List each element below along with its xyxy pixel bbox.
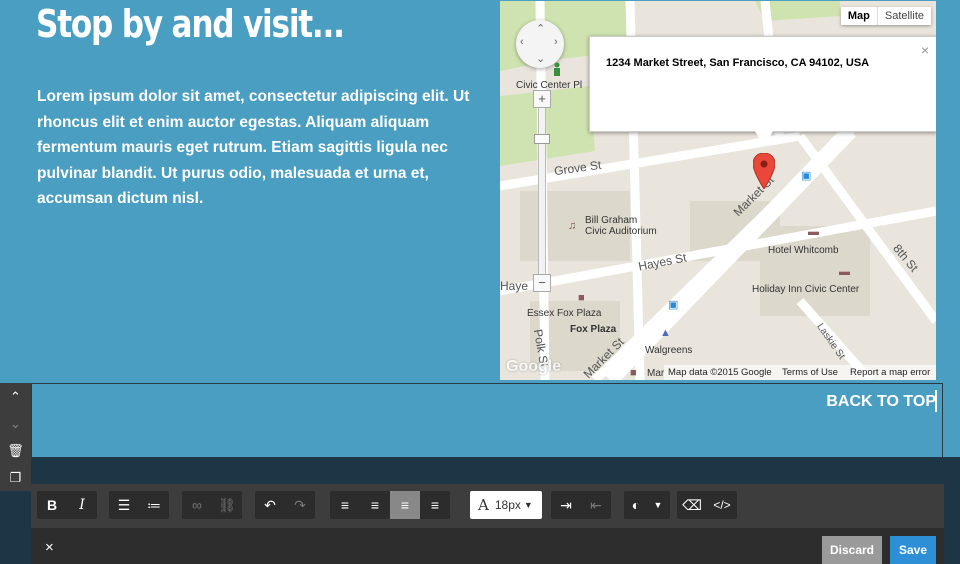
align-justify-icon[interactable]: ≡ (420, 491, 450, 519)
hotel-icon: ▬ (839, 266, 850, 278)
unlink-icon[interactable]: ⛓ (212, 491, 242, 519)
place-label-essex: Essex Fox Plaza (527, 308, 602, 319)
map-embed[interactable]: Map Satellite ⌃ ⌄ ‹ › + − Grove St Hayes… (500, 1, 936, 380)
info-window-address: 1234 Market Street, San Francisco, CA 94… (606, 57, 870, 69)
terms-link[interactable]: Terms of Use (782, 367, 838, 378)
map-type-map-button[interactable]: Map (841, 7, 878, 25)
zoom-slider-handle[interactable] (534, 134, 550, 144)
transit-icon: ▣ (801, 170, 812, 182)
code-view-icon[interactable]: </> (707, 491, 737, 519)
info-window-tail (755, 131, 773, 147)
chevron-down-icon: ▼ (523, 500, 533, 510)
map-info-window: 1234 Market Street, San Francisco, CA 94… (589, 36, 936, 147)
hotel-icon: ▬ (808, 226, 819, 238)
undo-icon[interactable]: ↶ (255, 491, 285, 519)
back-to-top-link[interactable]: BACK TO TOP (826, 393, 936, 411)
clear-format-icon[interactable]: ⌫ (677, 491, 707, 519)
font-size-select[interactable]: A 18px ▼ (470, 491, 542, 519)
color-picker-icon[interactable]: ◐ (624, 491, 648, 519)
map-footer: Map data ©2015 Google Terms of Use Repor… (500, 365, 936, 380)
place-label-fox-plaza: Fox Plaza (570, 324, 617, 335)
map-type-satellite-button[interactable]: Satellite (878, 7, 931, 25)
building-icon: ■ (578, 292, 585, 304)
pan-right-icon[interactable]: › (554, 36, 558, 48)
font-size-value: 18px (494, 498, 521, 512)
align-right-icon[interactable]: ≡ (390, 491, 420, 519)
move-down-icon[interactable]: ⌄ (0, 410, 31, 437)
theater-icon: ♫ (568, 220, 577, 232)
place-label-civic-center: Civic Center Pl (516, 80, 583, 91)
place-label-hotel-whitcomb: Hotel Whitcomb (768, 245, 839, 256)
street-label-hayes-west: Haye (500, 279, 529, 293)
editor-action-bar: × Discard Save (31, 528, 944, 564)
block-side-controls: ⌃ ⌄ 🗑 ❐ (0, 383, 31, 491)
font-size-icon: A (478, 496, 489, 514)
align-left-icon[interactable]: ≡ (330, 491, 360, 519)
outdent-icon[interactable]: ⇤ (581, 491, 611, 519)
indent-icon[interactable]: ⇥ (551, 491, 581, 519)
italic-icon[interactable]: I (67, 491, 97, 519)
pan-left-icon[interactable]: ‹ (520, 36, 524, 48)
save-button[interactable]: Save (890, 536, 936, 564)
zoom-in-button[interactable]: + (533, 90, 551, 108)
link-icon[interactable]: ∞ (182, 491, 212, 519)
place-label-holiday-inn: Holiday Inn Civic Center (752, 284, 860, 295)
chevron-down-icon[interactable]: ▼ (648, 491, 668, 519)
pan-down-icon[interactable]: ⌄ (536, 52, 545, 65)
discard-button[interactable]: Discard (822, 536, 882, 564)
zoom-out-button[interactable]: − (533, 274, 551, 292)
close-icon[interactable]: × (45, 539, 54, 556)
place-label-walgreens: Walgreens (645, 345, 693, 356)
pan-control[interactable]: ⌃ ⌄ ‹ › (516, 20, 564, 68)
selected-block-outline (31, 383, 943, 458)
text-editor-toolbar: B I ☰ ≔ ∞ ⛓ ↶ ↷ ≡ ≡ ≡ ≡ A 18px ▼ ⇥ ⇤ ◐ ▼… (31, 484, 944, 528)
place-label-bill-graham: Bill Graham (585, 215, 638, 226)
map-type-control[interactable]: Map Satellite (840, 7, 931, 25)
delete-icon[interactable]: 🗑 (0, 437, 31, 464)
zoom-slider-track[interactable] (538, 101, 546, 283)
transit-icon: ▣ (668, 299, 679, 311)
location-marker-icon[interactable] (753, 153, 775, 189)
unordered-list-icon[interactable]: ≔ (139, 491, 169, 519)
duplicate-icon[interactable]: ❐ (0, 464, 31, 491)
section-paragraph: Lorem ipsum dolor sit amet, consectetur … (37, 88, 470, 207)
shop-icon: ▲ (660, 327, 671, 339)
ordered-list-icon[interactable]: ☰ (109, 491, 139, 519)
align-center-icon[interactable]: ≡ (360, 491, 390, 519)
pan-up-icon[interactable]: ⌃ (536, 22, 545, 35)
pegman-icon[interactable] (551, 62, 563, 76)
info-window-close-icon[interactable]: × (921, 42, 929, 58)
report-error-link[interactable]: Report a map error (850, 367, 930, 378)
redo-icon[interactable]: ↷ (285, 491, 315, 519)
place-label-bill-graham-2: Civic Auditorium (585, 226, 657, 237)
map-data-credit: Map data ©2015 Google (668, 367, 772, 378)
move-up-icon[interactable]: ⌃ (0, 383, 31, 410)
text-caret (935, 390, 937, 412)
bold-icon[interactable]: B (37, 491, 67, 519)
section-heading: Stop by and visit... (36, 2, 345, 46)
